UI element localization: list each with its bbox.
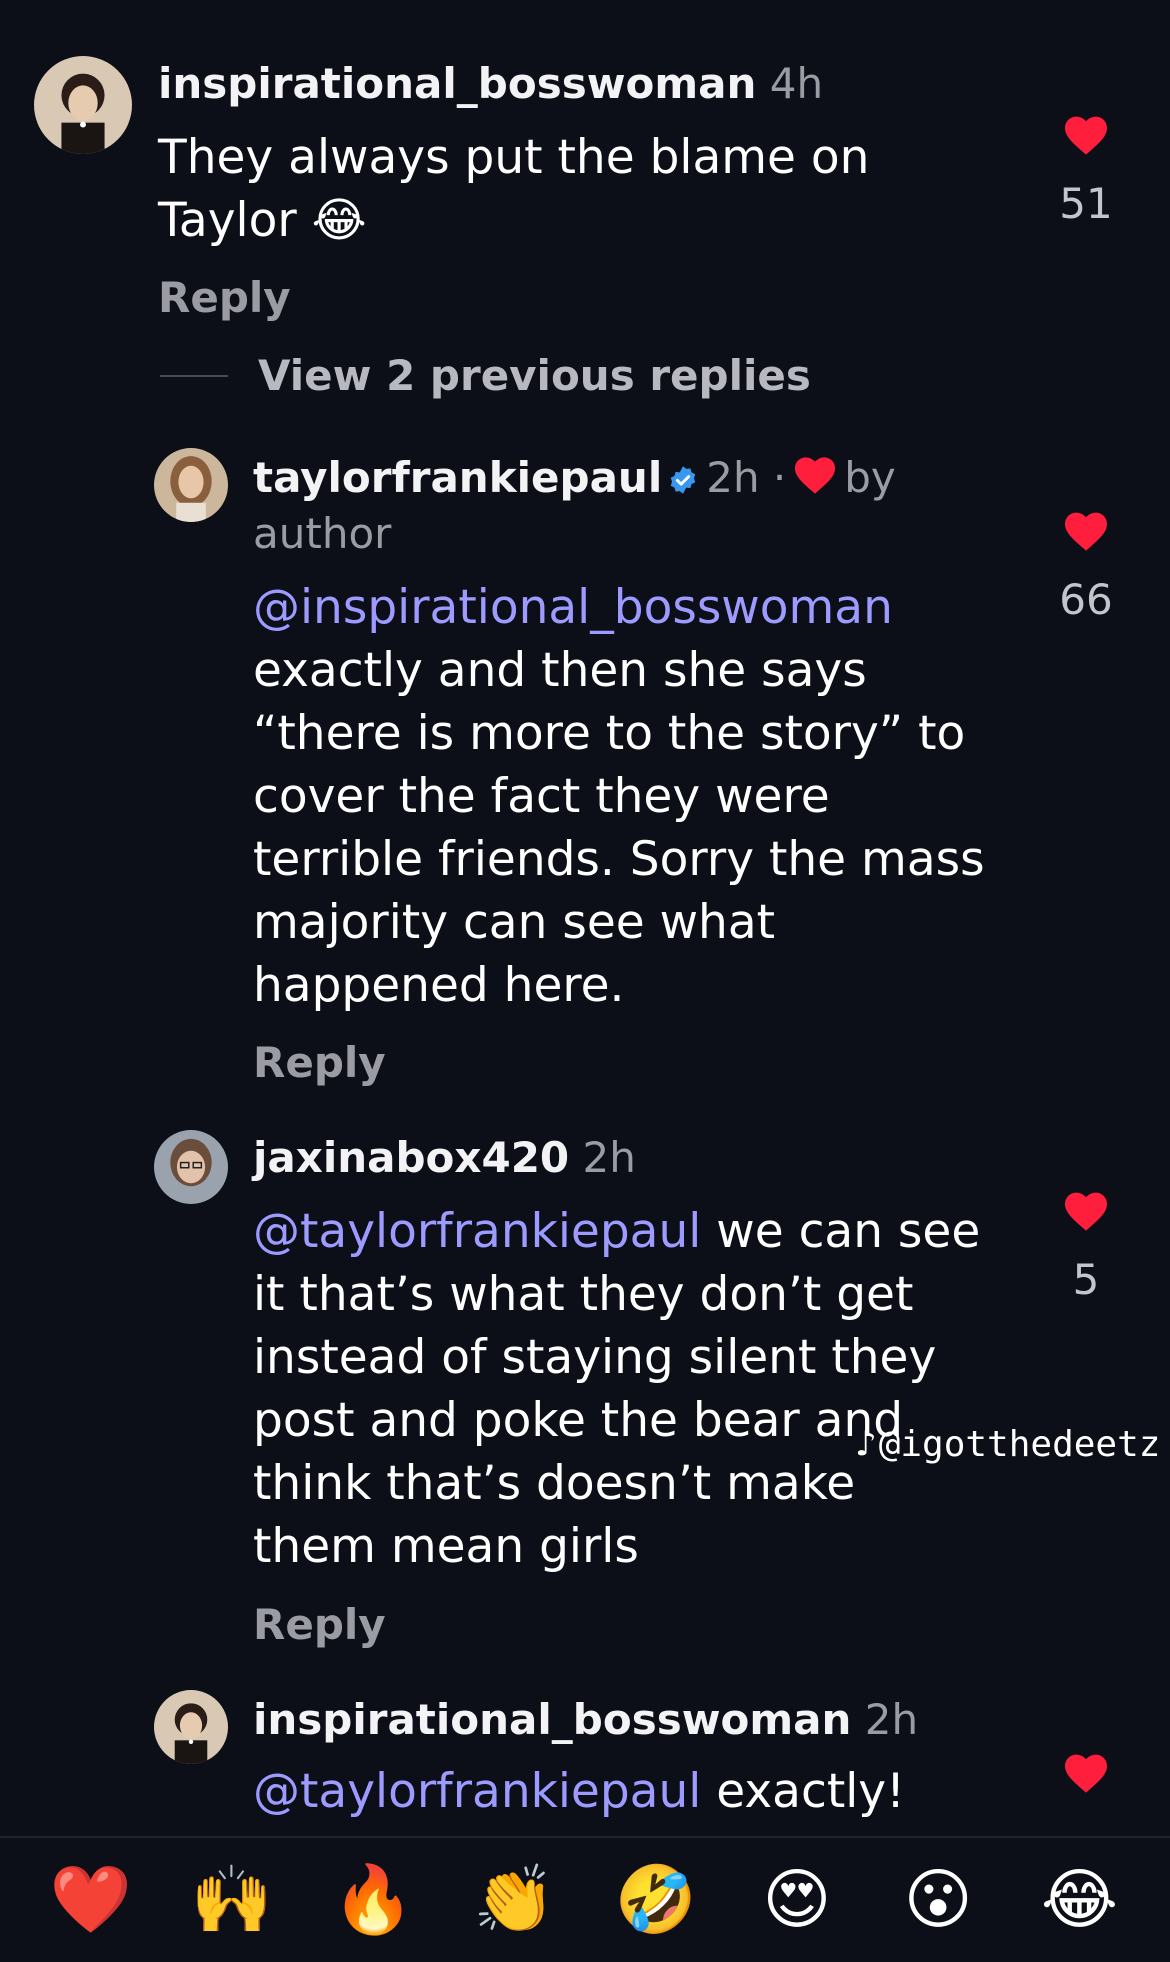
username[interactable]: inspirational_bosswoman bbox=[253, 1695, 851, 1744]
comment-line: They always put the blame on bbox=[158, 130, 870, 185]
comment-body: They always put the blame on Taylor 😂 bbox=[158, 126, 978, 252]
view-previous-replies[interactable]: View 2 previous replies bbox=[160, 348, 811, 404]
comment-body: @inspirational_bosswoman exactly and then… bbox=[253, 576, 1013, 1017]
comment-line: Taylor 😂 bbox=[158, 193, 367, 248]
comment-line: them mean girls bbox=[253, 1519, 639, 1574]
reaction-surprised-icon[interactable]: 😮 bbox=[888, 1860, 988, 1940]
mention-link[interactable]: @taylorfrankiepaul bbox=[253, 1204, 701, 1259]
reaction-raised-hands-icon[interactable]: 🙌 bbox=[182, 1860, 282, 1940]
like-heart-icon[interactable] bbox=[1046, 112, 1126, 156]
mention-link[interactable]: @inspirational_bosswoman bbox=[253, 576, 1013, 639]
comment-header: taylorfrankiepaul 2h · by bbox=[253, 450, 896, 509]
avatar[interactable] bbox=[34, 56, 132, 154]
avatar[interactable] bbox=[154, 1130, 228, 1204]
watermark-handle: @igotthedeetz bbox=[878, 1424, 1161, 1465]
timestamp: 2h bbox=[864, 1695, 919, 1744]
like-heart-icon[interactable] bbox=[1046, 508, 1126, 552]
like-control[interactable]: 51 bbox=[1046, 112, 1126, 232]
comment-line: exactly and then she says bbox=[253, 643, 867, 698]
author-label: author bbox=[253, 509, 392, 558]
reaction-heart-eyes-icon[interactable]: 😍 bbox=[747, 1860, 847, 1940]
comment-line: instead of staying silent they bbox=[253, 1330, 937, 1385]
avatar-image-icon bbox=[154, 1130, 228, 1204]
username[interactable]: inspirational_bosswoman bbox=[158, 59, 756, 108]
avatar-image-icon bbox=[34, 56, 132, 154]
avatar-image-icon bbox=[154, 448, 228, 522]
verified-badge-icon bbox=[668, 453, 698, 509]
reaction-rofl-icon[interactable]: 🤣 bbox=[606, 1860, 706, 1940]
reaction-heart-icon[interactable]: ❤️ bbox=[41, 1860, 141, 1940]
like-count: 51 bbox=[1059, 179, 1113, 228]
timestamp: 2h bbox=[582, 1133, 636, 1182]
like-control[interactable]: 5 bbox=[1046, 1188, 1126, 1308]
timestamp: 2h · bbox=[706, 453, 787, 502]
divider-line bbox=[160, 375, 228, 377]
comment-header: jaxinabox420 2h bbox=[253, 1130, 636, 1186]
comment-body: @taylorfrankiepaul we can see it that’s w… bbox=[253, 1200, 1013, 1578]
tiktok-note-icon: ♪ bbox=[855, 1424, 877, 1465]
reaction-fire-icon[interactable]: 🔥 bbox=[323, 1860, 423, 1940]
like-heart-icon[interactable] bbox=[1046, 1750, 1126, 1794]
comment-header: inspirational_bosswoman 2h bbox=[253, 1692, 918, 1748]
reply-button[interactable]: Reply bbox=[158, 270, 291, 326]
like-control[interactable] bbox=[1046, 1750, 1126, 1794]
comment-line: “there is more to the story” to bbox=[253, 706, 966, 761]
comment-line: exactly! bbox=[701, 1764, 905, 1819]
like-control[interactable]: 66 bbox=[1046, 508, 1126, 628]
avatar[interactable] bbox=[154, 448, 228, 522]
reaction-clapping-icon[interactable]: 👏 bbox=[464, 1860, 564, 1940]
quick-reaction-bar: ❤️ 🙌 🔥 👏 🤣 😍 😮 😂 bbox=[0, 1836, 1170, 1962]
reaction-tears-of-joy-icon[interactable]: 😂 bbox=[1029, 1860, 1129, 1940]
comment-line: we can see bbox=[701, 1204, 981, 1259]
comment-line: terrible friends. Sorry the mass bbox=[253, 832, 985, 887]
username[interactable]: jaxinabox420 bbox=[253, 1133, 569, 1182]
reply-button[interactable]: Reply bbox=[253, 1597, 386, 1653]
comment-line: happened here. bbox=[253, 958, 625, 1013]
like-count: 66 bbox=[1059, 575, 1113, 624]
like-count: 5 bbox=[1072, 1255, 1100, 1304]
liked-by-text: by bbox=[844, 453, 896, 502]
username[interactable]: taylorfrankiepaul bbox=[253, 453, 662, 502]
comment-body: @taylorfrankiepaul exactly! bbox=[253, 1760, 1013, 1823]
tiktok-watermark: ♪@igotthedeetz bbox=[855, 1420, 1160, 1470]
comment-line: it that’s what they don’t get bbox=[253, 1267, 914, 1322]
timestamp: 4h bbox=[769, 59, 824, 108]
comment-line: cover the fact they were bbox=[253, 769, 830, 824]
liked-by-author-heart-icon bbox=[792, 453, 838, 509]
avatar[interactable] bbox=[154, 1690, 228, 1764]
avatar-image-icon bbox=[154, 1690, 228, 1764]
like-heart-icon[interactable] bbox=[1046, 1188, 1126, 1232]
comment-line: majority can see what bbox=[253, 895, 776, 950]
mention-link[interactable]: @taylorfrankiepaul bbox=[253, 1764, 701, 1819]
comment-header: inspirational_bosswoman 4h bbox=[158, 56, 823, 112]
view-replies-label[interactable]: View 2 previous replies bbox=[258, 348, 811, 404]
reply-button[interactable]: Reply bbox=[253, 1035, 386, 1091]
